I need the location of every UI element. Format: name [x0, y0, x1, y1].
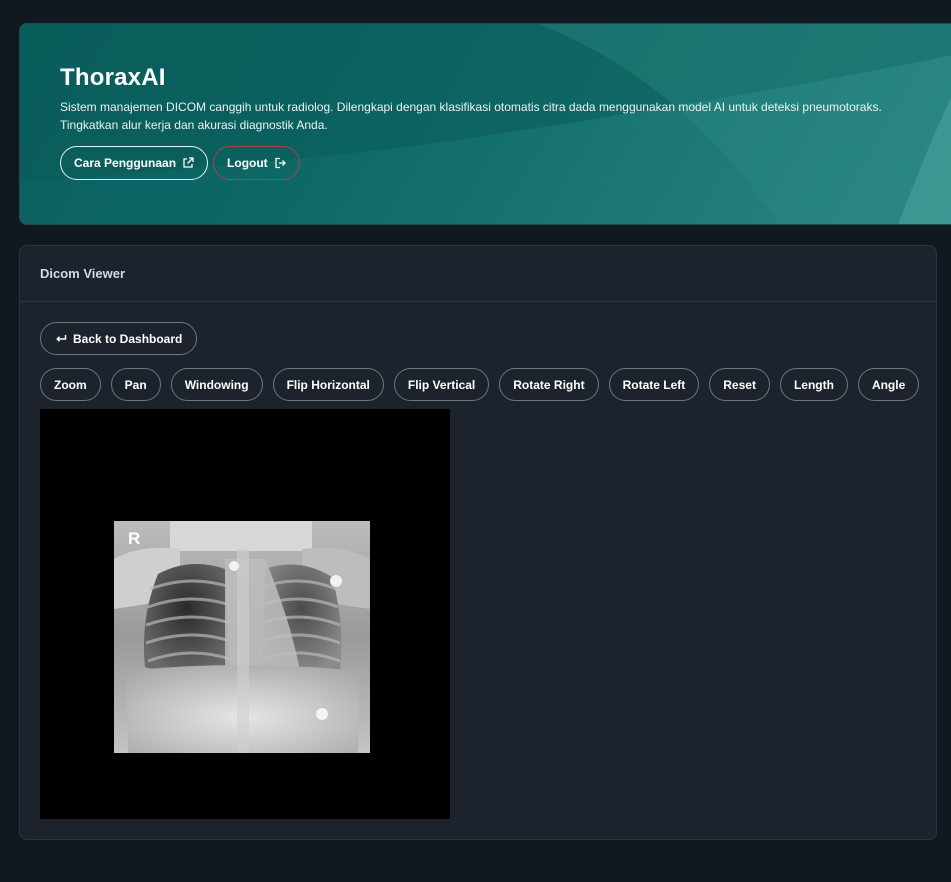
dicom-image-viewport[interactable]: R [40, 409, 450, 819]
tool-flip-horizontal[interactable]: Flip Horizontal [272, 368, 384, 401]
logout-icon [275, 157, 286, 169]
tool-reset[interactable]: Reset [709, 368, 770, 401]
guide-button-label: Cara Penggunaan [74, 156, 177, 170]
app-description: Sistem manajemen DICOM canggih untuk rad… [60, 100, 882, 132]
logout-button-label: Logout [227, 156, 268, 170]
hero-banner: ThoraxAI Sistem manajemen DICOM canggih … [19, 23, 951, 225]
logout-button[interactable]: Logout [213, 146, 300, 180]
tool-rotate-left[interactable]: Rotate Left [608, 368, 700, 401]
app-title: ThoraxAI [60, 64, 166, 91]
tool-flip-vertical[interactable]: Flip Vertical [393, 368, 490, 401]
tool-length[interactable]: Length [779, 368, 848, 401]
hero-actions: Cara Penggunaan Logout [60, 146, 300, 180]
tool-rotate-right[interactable]: Rotate Right [499, 368, 599, 401]
external-link-icon [183, 157, 194, 168]
tool-angle[interactable]: Angle [857, 368, 920, 401]
return-arrow-icon [56, 334, 67, 342]
back-to-dashboard-button[interactable]: Back to Dashboard [40, 322, 198, 355]
viewer-toolbar: Zoom Pan Windowing Flip Horizontal Flip … [40, 368, 920, 401]
tool-pan[interactable]: Pan [110, 368, 161, 401]
tool-windowing[interactable]: Windowing [170, 368, 263, 401]
chest-xray-image: R [114, 521, 370, 753]
back-button-label: Back to Dashboard [73, 331, 183, 346]
card-title: Dicom Viewer [20, 246, 936, 302]
orientation-marker: R [128, 529, 140, 548]
dicom-viewer-card: Dicom Viewer Back to Dashboard Zoom Pan … [19, 245, 937, 840]
tool-zoom[interactable]: Zoom [40, 368, 101, 401]
guide-button[interactable]: Cara Penggunaan [60, 146, 209, 180]
